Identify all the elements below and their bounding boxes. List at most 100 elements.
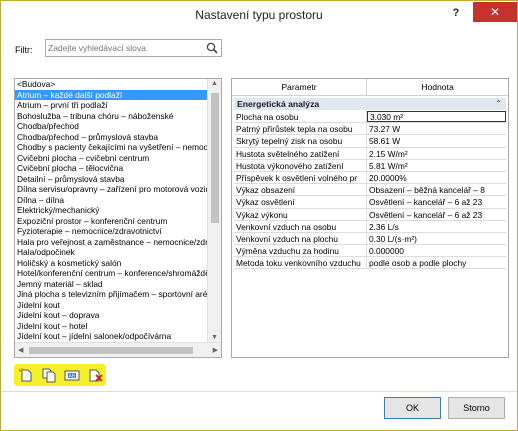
list-item[interactable]: Jídelní kout – hotel bbox=[15, 321, 208, 332]
footer-divider bbox=[1, 391, 517, 392]
list-item[interactable]: Chodba/přechod – průmyslová stavba bbox=[15, 132, 208, 143]
list-item[interactable]: Jídelní kout – doprava bbox=[15, 310, 208, 321]
list-item[interactable]: Detailní – průmyslová stavba bbox=[15, 174, 208, 185]
list-item[interactable]: Expoziční prostor – konferenční centrum bbox=[15, 216, 208, 227]
parameter-value[interactable]: 2.36 L/s bbox=[367, 221, 506, 232]
parameter-row: Výkaz výkonu Osvětlení – kancelář – 6 až … bbox=[234, 208, 506, 221]
parameter-name: Skrytý tepelný zisk na osobu bbox=[234, 135, 367, 147]
list-item[interactable]: Dílna servisu/opravny – zařízení pro mot… bbox=[15, 184, 208, 195]
list-item[interactable]: Hala/odpočinek bbox=[15, 247, 208, 258]
list-item[interactable]: Bohoslužba – tribuna chóru – náboženské bbox=[15, 111, 208, 122]
help-button[interactable]: ? bbox=[447, 5, 465, 21]
delete-icon[interactable] bbox=[87, 367, 103, 383]
parameter-row: Metoda toku venkovního vzduchu podle osob… bbox=[234, 257, 506, 270]
parameter-value[interactable]: 2.15 W/m² bbox=[367, 148, 506, 159]
list-vertical-scrollbar[interactable]: ▲ ▼ bbox=[207, 79, 221, 342]
dialog-title: Nastavení typu prostoru bbox=[195, 8, 323, 22]
duplicate-icon[interactable] bbox=[41, 367, 57, 383]
rename-icon[interactable]: AB bbox=[64, 367, 80, 383]
parameter-row: Výměna vzduchu za hodinu 0.000000 bbox=[234, 245, 506, 258]
list-item[interactable]: Jiná plocha s televizním přijímačem – sp… bbox=[15, 289, 208, 300]
parameter-name: Plocha na osobu bbox=[234, 111, 367, 123]
list-item[interactable]: Jídelní kout – jídelní salonek/odpočívár… bbox=[15, 331, 208, 342]
list-item[interactable]: Atrium – každé další podlaží bbox=[15, 89, 208, 100]
list-item[interactable]: Cvičební plocha – cvičební centrum bbox=[15, 153, 208, 164]
parameters-header: Parametr Hodnota bbox=[232, 79, 508, 96]
parameter-value[interactable]: podle osob a podle plochy bbox=[367, 257, 506, 268]
list-item[interactable]: Holičský a kosmetický salón bbox=[15, 258, 208, 269]
parameter-value[interactable]: 0.30 L/(s·m²) bbox=[367, 233, 506, 244]
parameter-value[interactable]: 5.81 W/m² bbox=[367, 160, 506, 171]
filter-field[interactable] bbox=[45, 39, 222, 57]
parameter-name: Hustota výkonového zatížení bbox=[234, 159, 367, 171]
parameter-row: Výkaz obsazení Obsazení – běžná kancelář … bbox=[234, 184, 506, 197]
parameter-row: Venkovní vzduch na plochu 0.30 L/(s·m²) bbox=[234, 232, 506, 246]
parameters-panel: Parametr Hodnota Energetická analýza ⌃ P… bbox=[231, 78, 509, 358]
parameter-value[interactable]: Osvětlení – kancelář – 6 až 23 bbox=[367, 196, 506, 207]
title-bar[interactable]: Nastavení typu prostoru ? ✕ bbox=[1, 1, 517, 28]
parameter-row: Skrytý tepelný zisk na osobu 58.61 W bbox=[234, 135, 506, 148]
resize-grip-icon[interactable]: ⋰ bbox=[509, 421, 515, 428]
parameter-name: Výkaz obsazení bbox=[234, 184, 367, 196]
parameter-row: Venkovní vzduch na osobu 2.36 L/s bbox=[234, 220, 506, 233]
list-item[interactable]: Jídelní kout bbox=[15, 300, 208, 311]
list-horizontal-scrollbar[interactable]: ◀ ▶ bbox=[15, 342, 221, 357]
list-item[interactable]: Hala pro veřejnost a zaměstnance – nemoc… bbox=[15, 237, 208, 248]
parameter-name: Výměna vzduchu za hodinu bbox=[234, 245, 367, 257]
list-item[interactable]: Chodba/přechod bbox=[15, 121, 208, 132]
parameter-value[interactable]: Obsazení – běžná kancelář – 8 bbox=[367, 184, 506, 195]
cancel-button[interactable]: Storno bbox=[448, 397, 505, 419]
scroll-up-icon[interactable]: ▲ bbox=[211, 80, 218, 87]
parameter-row: Výkaz osvětlení Osvětlení – kancelář – 6 … bbox=[234, 196, 506, 209]
list-item[interactable]: Hotel/konferenční centrum – konference/s… bbox=[15, 268, 208, 279]
list-item[interactable]: Fyzioterapie – nemocnice/zdravotnictví bbox=[15, 226, 208, 237]
search-input[interactable] bbox=[48, 41, 203, 55]
list-item[interactable]: Cvičební plocha – tělocvična bbox=[15, 163, 208, 174]
parameter-row: Patrný přírůstek tepla na osobu 73.27 W bbox=[234, 123, 506, 136]
column-header-value[interactable]: Hodnota bbox=[367, 79, 508, 95]
section-energy-analysis[interactable]: Energetická analýza ⌃ bbox=[234, 98, 506, 110]
list-vertical-scroll-thumb[interactable] bbox=[211, 93, 219, 223]
parameter-value[interactable]: 20.0000% bbox=[367, 172, 506, 183]
parameter-name: Hustota světelného zatížení bbox=[234, 147, 367, 159]
list-item[interactable]: Dílna – dílna bbox=[15, 195, 208, 206]
search-icon[interactable] bbox=[206, 42, 218, 54]
list-item[interactable]: Elektrický/mechanický bbox=[15, 205, 208, 216]
scroll-down-icon[interactable]: ▼ bbox=[211, 334, 218, 341]
parameter-name: Metoda toku venkovního vzduchu bbox=[234, 257, 367, 269]
collapse-icon[interactable]: ⌃ bbox=[495, 98, 502, 110]
list-item[interactable]: Atrium – první tři podlaží bbox=[15, 100, 208, 111]
scroll-left-icon[interactable]: ◀ bbox=[18, 346, 23, 354]
ok-button[interactable]: OK bbox=[384, 397, 441, 419]
space-type-list[interactable]: <Budova> Atrium – každé další podlaží Atri… bbox=[14, 78, 222, 358]
parameter-name: Venkovní vzduch na osobu bbox=[234, 220, 367, 232]
parameter-value[interactable]: 73.27 W bbox=[367, 123, 506, 134]
section-title: Energetická analýza bbox=[237, 99, 320, 109]
parameter-rows: Plocha na osobu 3.030 m² Patrný přírůstek … bbox=[234, 111, 506, 270]
parameter-name: Příspěvek k osvětlení volného pr bbox=[234, 171, 367, 184]
list-item[interactable]: Chodby s pacienty čekajícími na vyšetřen… bbox=[15, 142, 208, 153]
space-type-settings-dialog: Nastavení typu prostoru ? ✕ Filtr: <Budo… bbox=[0, 0, 518, 431]
parameter-value[interactable]: 0.000000 bbox=[367, 245, 506, 256]
svg-text:AB: AB bbox=[69, 374, 76, 380]
list-item[interactable]: <Budova> bbox=[15, 79, 208, 90]
scroll-right-icon[interactable]: ▶ bbox=[213, 346, 218, 354]
space-type-list-items: <Budova> Atrium – každé další podlaží Atri… bbox=[15, 79, 208, 357]
list-item[interactable]: Jemný materiál – sklad bbox=[15, 279, 208, 290]
parameter-value[interactable]: 3.030 m² bbox=[367, 111, 506, 123]
parameter-name: Výkaz osvětlení bbox=[234, 196, 367, 208]
parameter-row: Příspěvek k osvětlení volného pr 20.0000% bbox=[234, 171, 506, 185]
column-header-parameter[interactable]: Parametr bbox=[232, 79, 367, 95]
parameter-value[interactable]: Osvětlení – kancelář – 6 až 23 bbox=[367, 209, 506, 220]
parameter-name: Patrný přírůstek tepla na osobu bbox=[234, 123, 367, 135]
parameter-name: Venkovní vzduch na plochu bbox=[234, 232, 367, 245]
parameter-name: Výkaz výkonu bbox=[234, 208, 367, 220]
new-type-icon[interactable] bbox=[18, 367, 34, 383]
filter-label: Filtr: bbox=[15, 45, 33, 55]
close-button[interactable]: ✕ bbox=[473, 2, 517, 22]
parameter-value[interactable]: 58.61 W bbox=[367, 135, 506, 146]
parameter-row: Hustota světelného zatížení 2.15 W/m² bbox=[234, 147, 506, 160]
list-horizontal-scroll-thumb[interactable] bbox=[29, 347, 193, 354]
parameter-row: Plocha na osobu 3.030 m² bbox=[234, 111, 506, 124]
parameter-row: Hustota výkonového zatížení 5.81 W/m² bbox=[234, 159, 506, 172]
